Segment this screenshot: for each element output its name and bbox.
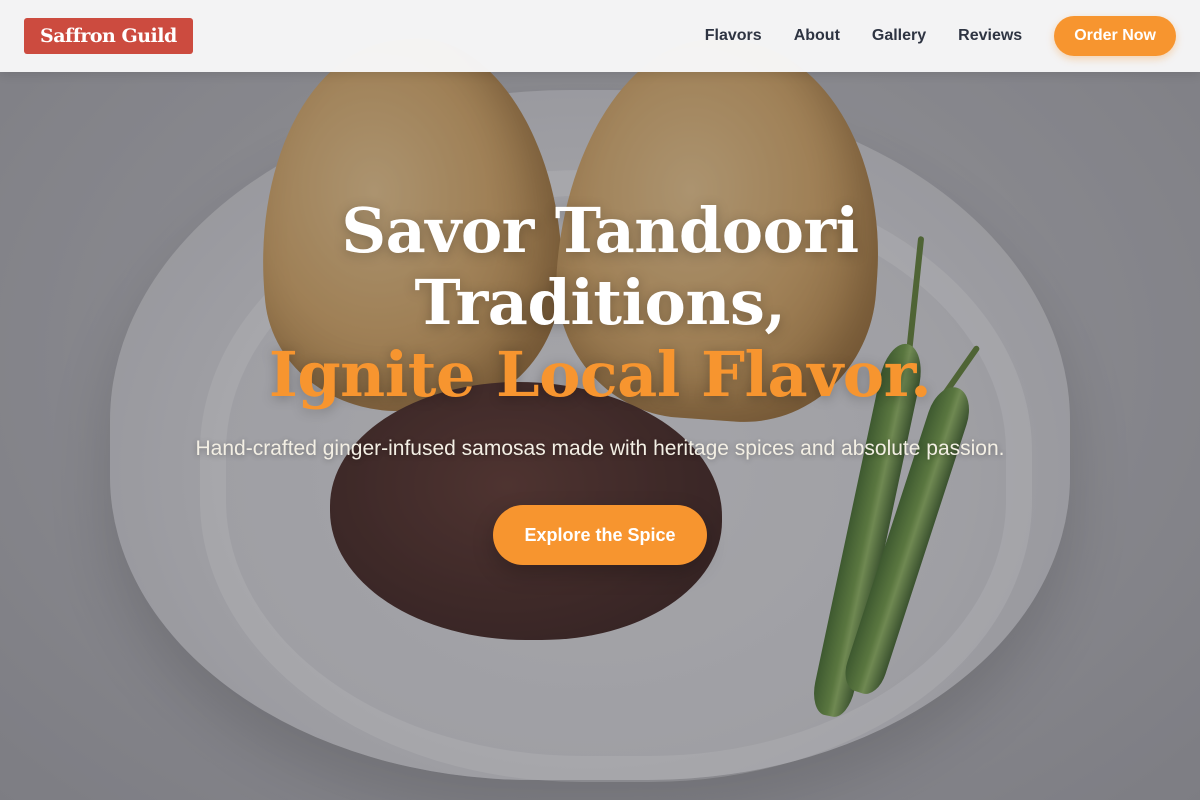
- nav-link-reviews[interactable]: Reviews: [958, 27, 1022, 45]
- nav-link-gallery[interactable]: Gallery: [872, 27, 926, 45]
- order-now-button[interactable]: Order Now: [1054, 16, 1176, 56]
- nav-links: Flavors About Gallery Reviews Order Now: [705, 16, 1176, 56]
- logo[interactable]: Saffron Guild: [24, 18, 193, 54]
- nav-link-about[interactable]: About: [794, 27, 840, 45]
- hero-title-accent: Ignite Local Flavor.: [268, 338, 932, 411]
- explore-the-spice-button[interactable]: Explore the Spice: [493, 505, 707, 565]
- hero-section: Savor Tandoori Traditions, Ignite Local …: [0, 195, 1200, 565]
- nav-link-flavors[interactable]: Flavors: [705, 27, 762, 45]
- hero-title-line-1: Savor Tandoori: [341, 194, 859, 267]
- hero-title: Savor Tandoori Traditions, Ignite Local …: [0, 195, 1200, 411]
- navbar: Saffron Guild Flavors About Gallery Revi…: [0, 0, 1200, 72]
- hero-subtitle: Hand-crafted ginger-infused samosas made…: [195, 437, 1005, 460]
- hero-title-line-2: Traditions,: [414, 266, 786, 339]
